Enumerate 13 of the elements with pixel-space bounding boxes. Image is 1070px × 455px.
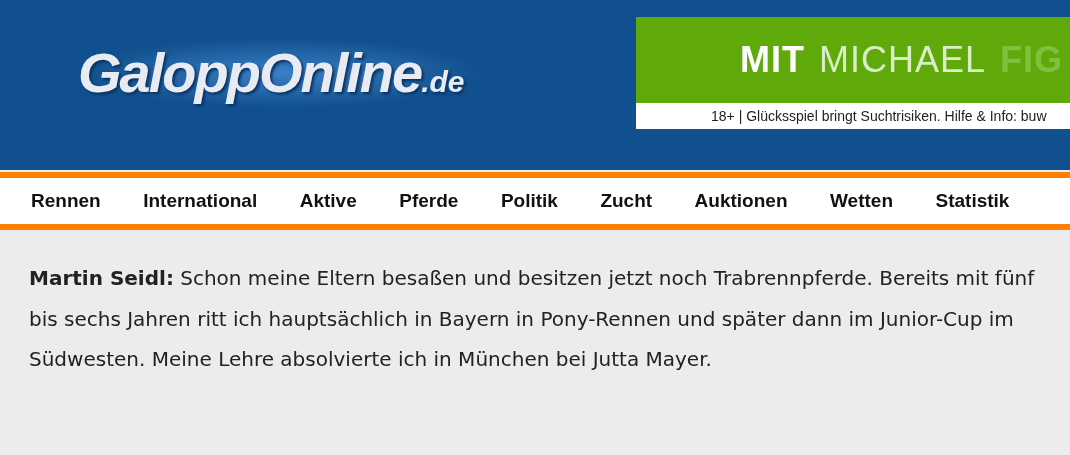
nav-link[interactable]: Statistik xyxy=(935,190,1010,212)
nav-link[interactable]: Rennen xyxy=(31,190,101,212)
nav-link[interactable]: International xyxy=(143,190,258,212)
ad-disclaimer: 18+ | Glücksspiel bringt Suchtrisiken. Hilfe & Info: buw xyxy=(636,103,1070,129)
nav-link[interactable]: Politik xyxy=(500,190,558,212)
article-paragraph: Martin Seidl: Schon meine Eltern besaßen und besitzen jetzt noch Trabrennpferde. Bereits mit fünf bis sechs Jahren ritt ich hauptsächlich in Bayern in Pony-Rennen und später dann im Junior-Cup im Südwesten. Meine Lehre absolvierte ich in München bei Jutta Mayer. xyxy=(29,265,1036,373)
nav-link[interactable]: Pferde xyxy=(399,190,459,212)
ad-headline-word: MIT xyxy=(740,39,805,81)
nav-link[interactable]: Aktive xyxy=(299,190,357,212)
ad-headline-word: MICHAEL xyxy=(819,39,986,81)
nav-link[interactable]: Auktionen xyxy=(694,190,788,212)
nav-link[interactable]: Zucht xyxy=(600,190,653,212)
nav-link[interactable]: Wetten xyxy=(830,190,893,212)
